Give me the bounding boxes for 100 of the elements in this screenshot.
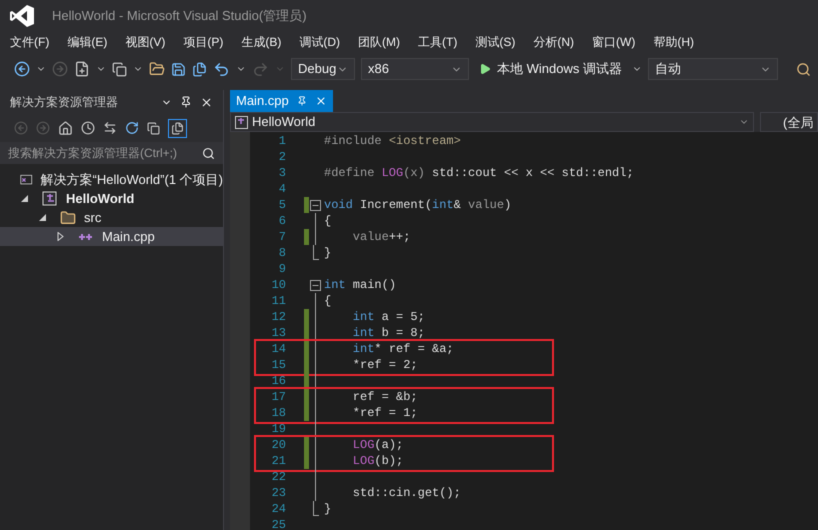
fold-end-icon (312, 501, 318, 517)
expanded-arrow-icon (38, 213, 47, 222)
line-number: 14 (270, 341, 286, 358)
menu-item[interactable]: 项目(P) (183, 33, 224, 51)
start-debugging-button[interactable]: 本地 Windows 调试器 (475, 58, 626, 80)
target-dropdown[interactable]: 自动 (648, 58, 778, 80)
code-line: int main() (323, 277, 396, 294)
code-line: #include <iostream> (323, 133, 461, 150)
code-line: *ref = 2; (352, 357, 418, 374)
save-all-button[interactable] (192, 62, 207, 76)
line-number: 23 (270, 485, 286, 502)
code-line: } (323, 245, 332, 262)
line-number: 25 (270, 517, 286, 530)
collapse-icon[interactable] (310, 200, 321, 210)
pin-icon[interactable] (180, 96, 192, 108)
code-line: LOG(b); (352, 453, 404, 470)
menu-item[interactable]: 测试(S) (475, 33, 516, 51)
project-icon (235, 116, 248, 128)
code-line: ref = &b; (352, 389, 418, 406)
line-number: 2 (278, 149, 286, 166)
menu-item[interactable]: 窗口(W) (592, 33, 636, 51)
code-line: void Increment(int& value) (323, 197, 512, 214)
platform-dropdown[interactable]: x86 (361, 58, 469, 80)
forward-icon (52, 61, 68, 77)
line-number: 4 (278, 181, 286, 198)
refresh-icon[interactable] (125, 121, 139, 135)
redo-icon (252, 60, 269, 78)
line-number: 9 (278, 261, 286, 278)
line-number: 13 (270, 325, 286, 342)
project-icon (42, 191, 58, 206)
close-icon[interactable] (200, 96, 213, 108)
code-line: *ref = 1; (352, 405, 418, 422)
code-editor[interactable] (230, 132, 818, 530)
menu-item[interactable]: 编辑(E) (67, 33, 108, 51)
search-icon (796, 62, 811, 76)
line-number: 10 (270, 277, 286, 294)
search-field[interactable]: 搜索解决方案资源管理器(Ctrl+;) (0, 142, 223, 164)
menu-item[interactable]: 调试(D) (299, 33, 340, 51)
collapse-all-icon[interactable] (147, 122, 160, 134)
files-icon (171, 122, 184, 134)
tree-item[interactable]: Main.cpp (0, 227, 223, 246)
menu-item[interactable]: 文件(F) (10, 33, 50, 51)
line-number: 19 (270, 421, 286, 438)
line-number: 21 (270, 453, 286, 470)
add-item-button[interactable] (112, 62, 127, 76)
tree-item-label[interactable]: 解决方案“HelloWorld”(1 个项目) (40, 170, 223, 190)
code-line: int* ref = &a; (352, 341, 454, 358)
back-button[interactable] (14, 61, 30, 77)
solution-icon (20, 172, 32, 186)
panel-title: 解决方案资源管理器 (10, 94, 118, 111)
code-line: } (323, 501, 332, 518)
line-number: 5 (278, 197, 286, 214)
menu-item[interactable]: 分析(N) (533, 33, 574, 51)
line-number: 1 (278, 133, 286, 150)
code-line: value++; (352, 229, 410, 246)
line-number: 8 (278, 245, 286, 262)
member-dropdown[interactable]: (全局 (760, 112, 818, 132)
new-project-button[interactable] (74, 61, 90, 77)
line-number: 18 (270, 405, 286, 422)
line-number: 15 (270, 357, 286, 374)
open-folder-icon (149, 61, 165, 77)
tree-item[interactable]: src (0, 208, 223, 227)
line-number: 20 (270, 437, 286, 454)
history-icon[interactable] (81, 121, 95, 135)
code-line: { (323, 293, 332, 310)
line-number: 16 (270, 373, 286, 390)
code-line: int b = 8; (352, 325, 425, 342)
save-icon (171, 62, 186, 76)
collapsed-arrow-icon (56, 232, 65, 241)
menu-item[interactable]: 生成(B) (241, 33, 282, 51)
fold-end-icon (312, 245, 318, 261)
collapse-icon[interactable] (310, 280, 321, 290)
play-icon (479, 63, 491, 75)
show-all-files-button[interactable] (168, 118, 187, 138)
save-button[interactable] (171, 62, 186, 76)
expanded-arrow-icon (20, 194, 29, 203)
home-icon[interactable] (58, 120, 73, 136)
undo-button[interactable] (213, 60, 230, 78)
line-number: 12 (270, 309, 286, 326)
line-number: 24 (270, 501, 286, 518)
search-icon (202, 146, 215, 160)
new-file-icon (74, 61, 90, 77)
line-number: 6 (278, 213, 286, 230)
configuration-dropdown[interactable]: Debug (291, 58, 355, 80)
tree-item-label: Main.cpp (102, 228, 155, 246)
scope-dropdown[interactable]: HelloWorld (230, 112, 754, 132)
sync-icon[interactable] (103, 121, 117, 135)
window-title: HelloWorld - Microsoft Visual Studio(管理员) (52, 7, 307, 26)
back-icon (14, 61, 30, 77)
code-line: int a = 5; (352, 309, 425, 326)
tree-item[interactable]: HelloWorld (0, 189, 223, 208)
tree-item-label: HelloWorld (66, 190, 134, 208)
tree-item-label: src (84, 208, 102, 227)
folder-icon (60, 210, 76, 226)
open-button[interactable] (149, 61, 165, 77)
menu-item[interactable]: 工具(T) (418, 33, 458, 51)
menu-item[interactable]: 帮助(H) (653, 33, 694, 51)
menu-item[interactable]: 视图(V) (125, 33, 166, 51)
menu-item[interactable]: 团队(M) (358, 33, 400, 51)
code-line: { (323, 213, 332, 230)
